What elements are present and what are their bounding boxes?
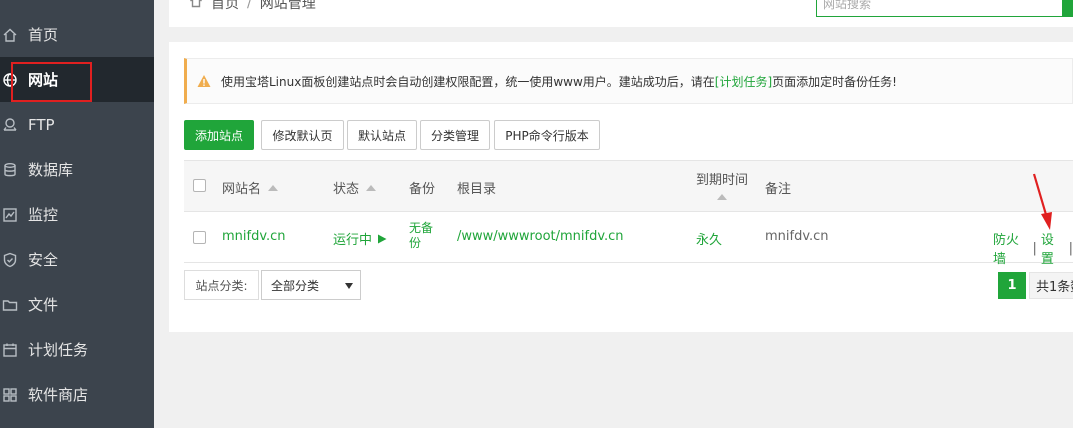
- header-backup: 备份: [409, 182, 436, 197]
- category-select[interactable]: 全部分类: [261, 270, 361, 300]
- backup-link[interactable]: 无备 份: [409, 221, 433, 251]
- category-label: 站点分类:: [184, 270, 259, 300]
- play-icon: [378, 234, 387, 243]
- sidebar-item-ftp[interactable]: FTP: [0, 102, 154, 147]
- sidebar-item-label: 软件商店: [28, 386, 89, 404]
- sidebar-item-label: 安全: [28, 251, 59, 269]
- note-value[interactable]: mnifdv.cn: [765, 229, 829, 244]
- sidebar-item-database[interactable]: 数据库: [0, 147, 154, 192]
- sidebar-item-website[interactable]: 网站: [0, 57, 154, 102]
- category-manage-button[interactable]: 分类管理: [420, 120, 490, 150]
- notice-cron-link[interactable]: [计划任务]: [715, 73, 772, 90]
- page-total: 共1条数据: [1029, 272, 1073, 299]
- row-checkbox[interactable]: [193, 231, 206, 244]
- search-input[interactable]: 网站搜索: [816, 0, 1066, 17]
- select-all-checkbox[interactable]: [193, 179, 206, 192]
- folder-icon: [2, 297, 18, 313]
- sidebar-item-label: 首页: [28, 26, 59, 44]
- breadcrumb-separator: /: [247, 0, 252, 11]
- page-1-button[interactable]: 1: [998, 272, 1026, 299]
- notice-banner: 使用宝塔Linux面板创建站点时会自动创建权限配置，统一使用www用户。建站成功…: [184, 58, 1073, 104]
- shield-icon: [2, 252, 18, 268]
- status-running[interactable]: 运行中: [333, 229, 387, 248]
- sort-up-icon: [366, 184, 377, 191]
- monitor-icon: [2, 207, 18, 223]
- category-selected-value: 全部分类: [271, 278, 320, 293]
- header-root: 根目录: [457, 182, 497, 197]
- breadcrumb: 首页 / 网站管理: [189, 0, 316, 13]
- sidebar-item-label: 文件: [28, 296, 59, 314]
- header-note: 备注: [765, 182, 792, 197]
- sort-up-icon: [268, 184, 279, 191]
- table-header: 网站名 状态 备份 根目录 到期时间 备注: [184, 160, 1073, 212]
- sidebar-item-security[interactable]: 安全: [0, 237, 154, 282]
- action-separator: |: [1032, 240, 1037, 256]
- expire-value[interactable]: 永久: [696, 229, 722, 248]
- breadcrumb-current: 网站管理: [259, 0, 316, 12]
- settings-link[interactable]: 设置: [1041, 229, 1065, 267]
- warning-icon: [197, 74, 211, 88]
- notice-text-after: 页面添加定时备份任务!: [772, 74, 897, 89]
- grid-icon: [2, 387, 18, 403]
- breadcrumb-home[interactable]: 首页: [211, 0, 239, 13]
- sidebar-item-files[interactable]: 文件: [0, 282, 154, 327]
- sidebar-item-label: FTP: [28, 115, 55, 134]
- sidebar-item-label: 网站: [28, 71, 59, 89]
- sidebar-item-store[interactable]: 软件商店: [0, 372, 154, 417]
- home-icon[interactable]: [189, 0, 203, 12]
- table-row: mnifdv.cn 运行中 无备 份 /www/wwwroot/mnifdv.c…: [184, 212, 1073, 267]
- site-name-link[interactable]: mnifdv.cn: [222, 229, 286, 244]
- sidebar-item-label: 数据库: [28, 161, 74, 179]
- sort-up-icon: [717, 194, 727, 200]
- database-icon: [2, 162, 18, 178]
- search-button[interactable]: [1062, 0, 1073, 17]
- sidebar-item-label: 监控: [28, 206, 59, 224]
- firewall-link[interactable]: 防火墙: [993, 229, 1029, 267]
- sidebar-item-cron[interactable]: 计划任务: [0, 327, 154, 372]
- action-separator: |: [1068, 240, 1073, 256]
- home-icon: [2, 27, 18, 43]
- header-site-name[interactable]: 网站名: [222, 178, 279, 197]
- add-site-button[interactable]: 添加站点: [184, 120, 254, 150]
- chevron-down-icon: [345, 283, 353, 289]
- header-status[interactable]: 状态: [333, 178, 377, 197]
- header-expire[interactable]: 到期时间: [696, 169, 748, 200]
- calendar-icon: [2, 342, 18, 358]
- main-panel: 使用宝塔Linux面板创建站点时会自动创建权限配置，统一使用www用户。建站成功…: [169, 42, 1073, 332]
- default-site-button[interactable]: 默认站点: [347, 120, 417, 150]
- globe-icon: [2, 72, 18, 88]
- ftp-icon: [2, 117, 18, 133]
- root-dir-link[interactable]: /www/wwwroot/mnifdv.cn: [457, 229, 624, 244]
- sidebar-item-home[interactable]: 首页: [0, 12, 154, 57]
- sidebar-item-monitor[interactable]: 监控: [0, 192, 154, 237]
- sidebar-item-label: 计划任务: [28, 341, 89, 359]
- edit-default-page-button[interactable]: 修改默认页: [261, 120, 344, 150]
- notice-text: 使用宝塔Linux面板创建站点时会自动创建权限配置，统一使用www用户。建站成功…: [221, 74, 715, 89]
- sidebar: 首页 网站 FTP 数据库 监控 安全 文件 计划任务 软件商店: [0, 0, 154, 428]
- php-cli-version-button[interactable]: PHP命令行版本: [494, 120, 600, 150]
- row-actions: 防火墙 | 设置 |: [993, 229, 1073, 267]
